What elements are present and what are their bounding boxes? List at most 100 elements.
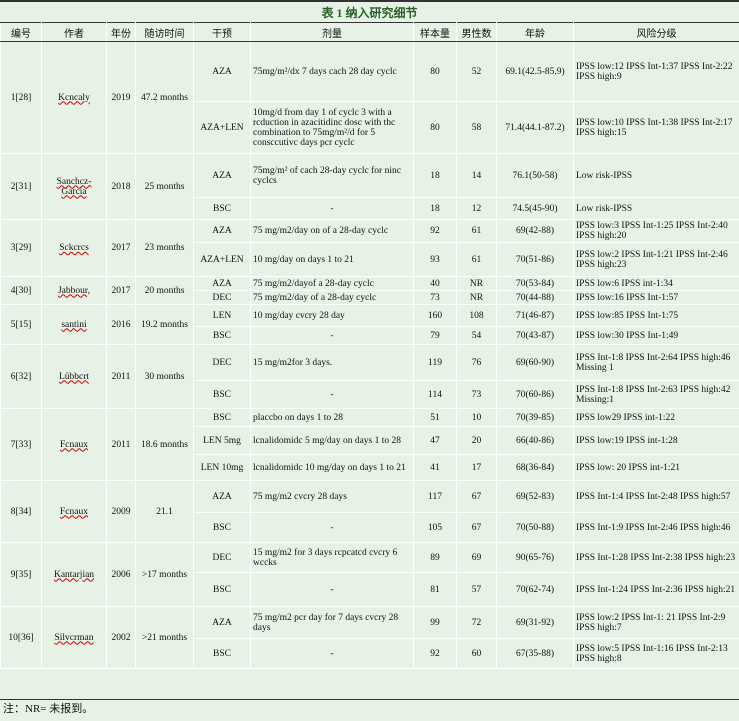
table-row: 7[33]Fcnaux201118.6 monthsBSCplaccbo on … <box>1 409 739 427</box>
age-cell: 69(31-92) <box>497 607 574 639</box>
header-year: 年份 <box>107 23 136 42</box>
study-year-cell: 2017 <box>107 220 136 277</box>
dose-cell: - <box>251 327 414 345</box>
sample-size-cell: 79 <box>414 327 457 345</box>
age-cell: 68(36-84) <box>497 455 574 481</box>
risk-cell: IPSS low: 20 IPSS int-1:21 <box>574 455 739 481</box>
intervention-cell: AZA <box>194 607 251 639</box>
dose-cell: 75 mg/m2/day on of a 28-day cyclc <box>251 220 414 243</box>
study-author: Sanchcz-Garcia <box>57 177 92 197</box>
study-author-cell: Jabbour, <box>42 277 107 305</box>
table-row: 9[35]Kantarjian2006>17 monthsDEC15 mg/m2… <box>1 543 739 573</box>
study-id-cell: 3[29] <box>1 220 42 277</box>
study-id-cell: 8[34] <box>1 481 42 543</box>
header-dose: 剂量 <box>251 23 414 42</box>
header-followup: 随访时间 <box>136 23 194 42</box>
intervention-cell: LEN 5mg <box>194 427 251 455</box>
male-count-cell: 61 <box>457 243 497 277</box>
risk-cell: IPSS low:6 IPSS int-1:34 <box>574 277 739 291</box>
study-year-cell: 2016 <box>107 305 136 345</box>
study-followup-cell: 25 months <box>136 154 194 220</box>
age-cell: 69(60-90) <box>497 345 574 381</box>
study-author-cell: Silvcrman <box>42 607 107 669</box>
study-id-cell: 2[31] <box>1 154 42 220</box>
risk-cell: IPSS low:12 IPSS Int-1:37 IPSS Int-2:22 … <box>574 42 739 102</box>
sample-size-cell: 117 <box>414 481 457 513</box>
header-intervention: 干预 <box>194 23 251 42</box>
study-year-cell: 2018 <box>107 154 136 220</box>
study-id-cell: 7[33] <box>1 409 42 481</box>
note-text: 注：NR= 未报到。 <box>0 703 93 715</box>
risk-cell: IPSS Int-1:24 IPSS Int-2:36 IPSS high:21 <box>574 573 739 607</box>
study-year-cell: 2002 <box>107 607 136 669</box>
male-count-cell: 76 <box>457 345 497 381</box>
dose-cell: lcnalidomidc 10 mg/day on days 1 to 21 <box>251 455 414 481</box>
study-id-cell: 9[35] <box>1 543 42 607</box>
risk-cell: IPSS low:16 IPSS Int-1:57 <box>574 291 739 305</box>
intervention-cell: LEN <box>194 305 251 327</box>
study-followup-cell: 47.2 months <box>136 42 194 154</box>
study-author: Silvcrman <box>54 633 93 643</box>
sample-size-cell: 80 <box>414 102 457 154</box>
male-count-cell: 72 <box>457 607 497 639</box>
sample-size-cell: 18 <box>414 154 457 198</box>
intervention-cell: AZA <box>194 42 251 102</box>
risk-cell: IPSS low:10 IPSS Int-1:38 IPSS Int-2:17 … <box>574 102 739 154</box>
table-row: 3[29]Sckcrcs201723 monthsAZA75 mg/m2/day… <box>1 220 739 243</box>
risk-cell: IPSS low:30 IPSS Int-1:49 <box>574 327 739 345</box>
male-count-cell: NR <box>457 291 497 305</box>
age-cell: 71.4(44.1-87.2) <box>497 102 574 154</box>
study-author-cell: Sckcrcs <box>42 220 107 277</box>
age-cell: 71(46-87) <box>497 305 574 327</box>
study-author: santini <box>61 320 86 330</box>
risk-cell: IPSS Int-1:9 IPSS Int-2:46 IPSS high:46 <box>574 513 739 543</box>
male-count-cell: 54 <box>457 327 497 345</box>
age-cell: 70(51-86) <box>497 243 574 277</box>
intervention-cell: AZA <box>194 220 251 243</box>
study-author: Kantarjian <box>54 570 94 580</box>
study-author-cell: Lübbcrt <box>42 345 107 409</box>
age-cell: 69.1(42.5-85.9) <box>497 42 574 102</box>
study-id-cell: 5[15] <box>1 305 42 345</box>
male-count-cell: 67 <box>457 481 497 513</box>
dose-cell: 75mg/m²/dx 7 days cach 28 day cyclc <box>251 42 414 102</box>
intervention-cell: AZA <box>194 481 251 513</box>
intervention-cell: BSC <box>194 198 251 220</box>
table-row: 6[32]Lübbcrt201130 monthsDEC15 mg/m2for … <box>1 345 739 381</box>
study-author: Fcnaux <box>60 507 88 517</box>
risk-cell: IPSS Int-1:8 IPSS Int-2:63 IPSS high:42 … <box>574 381 739 409</box>
age-cell: 70(60-86) <box>497 381 574 409</box>
age-cell: 70(44-88) <box>497 291 574 305</box>
sample-size-cell: 47 <box>414 427 457 455</box>
dose-cell: - <box>251 381 414 409</box>
intervention-cell: AZA <box>194 277 251 291</box>
study-details-table: 编号 作者 年份 随访时间 干预 剂量 样本量 男性数 年龄 风险分级 1[28… <box>0 22 739 669</box>
study-author-cell: Sanchcz-Garcia <box>42 154 107 220</box>
sample-size-cell: 40 <box>414 277 457 291</box>
study-author-cell: Kcncaly <box>42 42 107 154</box>
male-count-cell: 14 <box>457 154 497 198</box>
study-id-cell: 1[28] <box>1 42 42 154</box>
risk-cell: IPSS low:2 IPSS Int-1: 21 IPSS Int-2:9 I… <box>574 607 739 639</box>
intervention-cell: BSC <box>194 573 251 607</box>
intervention-cell: AZA+LEN <box>194 102 251 154</box>
sample-size-cell: 81 <box>414 573 457 607</box>
male-count-cell: 52 <box>457 42 497 102</box>
sample-size-cell: 18 <box>414 198 457 220</box>
risk-cell: Low risk-IPSS <box>574 154 739 198</box>
dose-cell: - <box>251 573 414 607</box>
dose-cell: 10 mg/day on days 1 to 21 <box>251 243 414 277</box>
risk-cell: IPSS Int-1:28 IPSS Int-2:38 IPSS high:23 <box>574 543 739 573</box>
dose-cell: 10mg/d from day 1 of cyclc 3 with a rcdu… <box>251 102 414 154</box>
sample-size-cell: 92 <box>414 220 457 243</box>
sample-size-cell: 41 <box>414 455 457 481</box>
dose-cell: 10 mg/day cvcry 28 day <box>251 305 414 327</box>
risk-cell: IPSS Int-1:8 IPSS Int-2:64 IPSS high:46 … <box>574 345 739 381</box>
header-risk: 风险分级 <box>574 23 739 42</box>
sample-size-cell: 99 <box>414 607 457 639</box>
sample-size-cell: 93 <box>414 243 457 277</box>
sample-size-cell: 160 <box>414 305 457 327</box>
header-author: 作者 <box>42 23 107 42</box>
intervention-cell: DEC <box>194 345 251 381</box>
study-author-cell: Fcnaux <box>42 481 107 543</box>
